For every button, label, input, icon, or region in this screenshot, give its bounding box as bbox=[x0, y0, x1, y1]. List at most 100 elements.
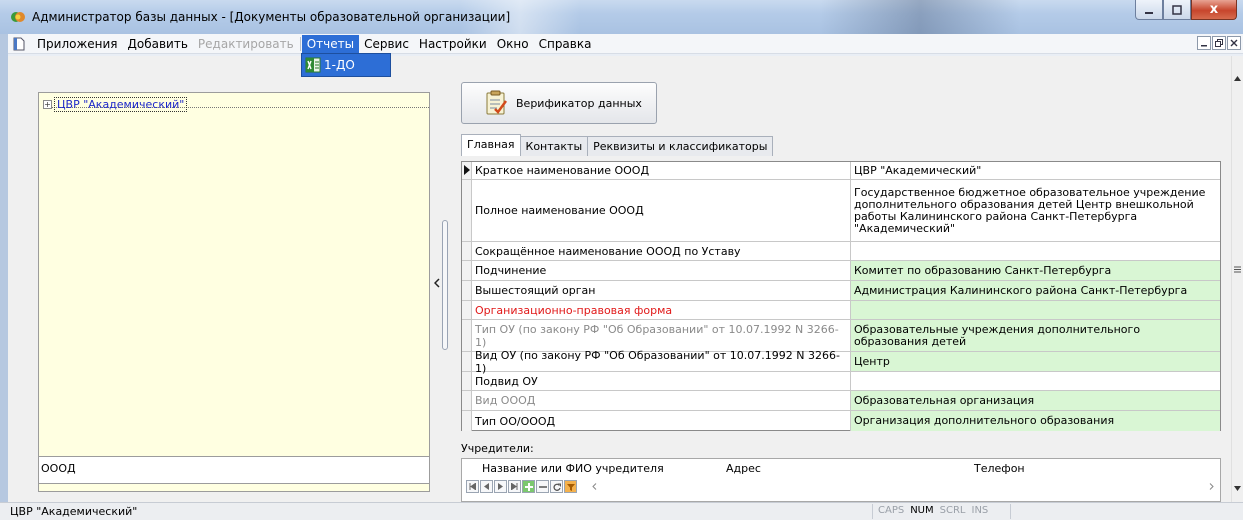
minimize-button[interactable] bbox=[1135, 0, 1163, 20]
property-value[interactable]: Администрация Калининского района Санкт-… bbox=[851, 281, 1220, 300]
property-value[interactable]: Образовательные учреждения дополнительно… bbox=[851, 320, 1220, 351]
close-icon bbox=[1230, 39, 1238, 47]
collapse-left-icon[interactable] bbox=[434, 278, 440, 288]
status-bar: ЦВР "Академический" CAPS NUM SCRL INS bbox=[0, 502, 1243, 520]
splitter-grip[interactable] bbox=[442, 220, 448, 350]
refresh-button[interactable] bbox=[550, 480, 563, 493]
scroll-right-icon[interactable] bbox=[1209, 483, 1214, 490]
tab-requisites[interactable]: Реквизиты и классификаторы bbox=[587, 136, 774, 156]
mdi-close-button[interactable] bbox=[1227, 36, 1241, 50]
grid-row[interactable]: Организационно-правовая форма bbox=[462, 301, 1220, 320]
filter-button[interactable] bbox=[564, 480, 577, 493]
property-value[interactable]: Центр bbox=[851, 352, 1220, 371]
scroll-up-icon[interactable] bbox=[1234, 76, 1241, 81]
scroll-down-icon[interactable] bbox=[1234, 486, 1241, 491]
close-button[interactable]: x bbox=[1191, 0, 1237, 20]
window-title: Администратор базы данных - [Документы о… bbox=[32, 10, 511, 24]
last-record-button[interactable] bbox=[508, 480, 521, 493]
grid-row[interactable]: Вид ОУ (по закону РФ "Об Образовании" от… bbox=[462, 349, 1220, 375]
first-icon bbox=[469, 483, 476, 490]
filter-icon bbox=[566, 483, 575, 491]
row-indicator bbox=[462, 352, 472, 371]
menu-reports[interactable]: Отчеты bbox=[301, 34, 360, 53]
tree-node-label[interactable]: ЦВР "Академический" bbox=[54, 97, 188, 112]
properties-grid: Краткое наименование ОООД ЦВР "Академиче… bbox=[461, 161, 1221, 431]
grid-row[interactable]: Подвид ОУ bbox=[462, 372, 1220, 391]
property-value[interactable]: Государственное бюджетное образовательно… bbox=[851, 180, 1220, 241]
caps-indicator: CAPS bbox=[878, 505, 905, 516]
property-value[interactable]: ЦВР "Академический" bbox=[851, 162, 1220, 179]
property-name: Организационно-правовая форма bbox=[472, 301, 851, 319]
grid-row[interactable]: Вид ОООД Образовательная организация bbox=[462, 391, 1220, 411]
mdi-restore-button[interactable] bbox=[1212, 36, 1226, 50]
property-value[interactable]: Образовательная организация bbox=[851, 391, 1220, 410]
menu-applications[interactable]: Приложения bbox=[32, 35, 123, 53]
reports-dropdown[interactable]: 1-ДО bbox=[301, 53, 391, 77]
menu-window[interactable]: Окно bbox=[492, 35, 534, 53]
grid-row[interactable]: Подчинение Комитет по образованию Санкт-… bbox=[462, 261, 1220, 281]
next-record-button[interactable] bbox=[494, 480, 507, 493]
mdi-minimize-button[interactable] bbox=[1197, 36, 1211, 50]
founders-label: Учредители: bbox=[461, 442, 534, 455]
panel-splitter[interactable] bbox=[432, 56, 454, 502]
menu-edit[interactable]: Редактировать bbox=[193, 35, 299, 53]
main-vertical-scrollbar[interactable] bbox=[1231, 56, 1243, 502]
row-indicator bbox=[462, 411, 472, 431]
property-name: Вид ОУ (по закону РФ "Об Образовании" от… bbox=[472, 349, 851, 375]
first-record-button[interactable] bbox=[466, 480, 479, 493]
grid-row[interactable]: Тип ОУ (по закону РФ "Об Образовании" от… bbox=[462, 320, 1220, 352]
property-value[interactable] bbox=[851, 372, 1220, 390]
grid-row[interactable]: Вышестоящий орган Администрация Калининс… bbox=[462, 281, 1220, 301]
mdi-controls bbox=[1197, 36, 1241, 50]
row-indicator bbox=[462, 372, 472, 390]
organization-tree[interactable]: + ЦВР "Академический" bbox=[38, 92, 430, 492]
row-indicator bbox=[462, 261, 472, 280]
column-address[interactable]: Адрес bbox=[726, 462, 761, 475]
delete-record-button[interactable] bbox=[536, 480, 549, 493]
window-border bbox=[0, 34, 8, 502]
founders-table: Название или ФИО учредителя Адрес Телефо… bbox=[461, 458, 1221, 502]
plus-icon bbox=[524, 482, 533, 491]
tab-contacts[interactable]: Контакты bbox=[519, 136, 589, 156]
maximize-icon bbox=[1172, 4, 1182, 15]
prev-record-button[interactable] bbox=[480, 480, 493, 493]
tree-expand-icon[interactable]: + bbox=[43, 100, 52, 109]
grid-row[interactable]: Тип ОО/ОООД Организация дополнительного … bbox=[462, 411, 1220, 431]
row-indicator bbox=[462, 391, 472, 410]
minus-icon bbox=[538, 485, 547, 488]
report-1do-item[interactable]: 1-ДО bbox=[324, 58, 355, 72]
tree-node-root[interactable]: + ЦВР "Академический" bbox=[43, 97, 188, 112]
property-name: Тип ОУ (по закону РФ "Об Образовании" от… bbox=[472, 320, 851, 351]
verifier-label: Верификатор данных bbox=[516, 96, 642, 110]
data-verifier-button[interactable]: Верификатор данных bbox=[461, 82, 657, 124]
grid-row[interactable]: Сокращённое наименование ОООД по Уставу bbox=[462, 242, 1220, 261]
column-phone[interactable]: Телефон bbox=[974, 462, 1025, 475]
grid-row[interactable]: Краткое наименование ОООД ЦВР "Академиче… bbox=[462, 162, 1220, 180]
founders-header: Название или ФИО учредителя Адрес Телефо… bbox=[462, 462, 1220, 478]
property-value[interactable]: Организация дополнительного образования bbox=[851, 411, 1220, 431]
property-value[interactable]: Комитет по образованию Санкт-Петербурга bbox=[851, 261, 1220, 280]
excel-icon bbox=[305, 57, 321, 73]
menu-service[interactable]: Сервис bbox=[359, 35, 414, 53]
title-bar: Администратор базы данных - [Документы о… bbox=[0, 0, 1243, 34]
title-glass bbox=[820, 0, 1020, 34]
last-icon bbox=[511, 483, 518, 490]
property-value[interactable] bbox=[851, 301, 1220, 319]
scroll-grip-icon[interactable] bbox=[1234, 266, 1241, 273]
scroll-left-icon[interactable] bbox=[592, 483, 597, 490]
property-name: Тип ОО/ОООД bbox=[472, 411, 851, 431]
menu-help[interactable]: Справка bbox=[534, 35, 597, 53]
menu-add[interactable]: Добавить bbox=[123, 35, 193, 53]
status-text: ЦВР "Академический" bbox=[10, 505, 138, 518]
column-founder-name[interactable]: Название или ФИО учредителя bbox=[482, 462, 664, 475]
property-name: Подчинение bbox=[472, 261, 851, 280]
document-icon bbox=[13, 37, 25, 50]
tree-footer: ОООД bbox=[38, 456, 430, 484]
grid-row[interactable]: Полное наименование ОООД Государственное… bbox=[462, 180, 1220, 242]
property-value[interactable] bbox=[851, 242, 1220, 260]
maximize-button[interactable] bbox=[1163, 0, 1191, 20]
menu-settings[interactable]: Настройки bbox=[414, 35, 492, 53]
tab-main[interactable]: Главная bbox=[461, 134, 521, 156]
add-record-button[interactable] bbox=[522, 480, 535, 493]
prev-icon bbox=[484, 483, 489, 490]
